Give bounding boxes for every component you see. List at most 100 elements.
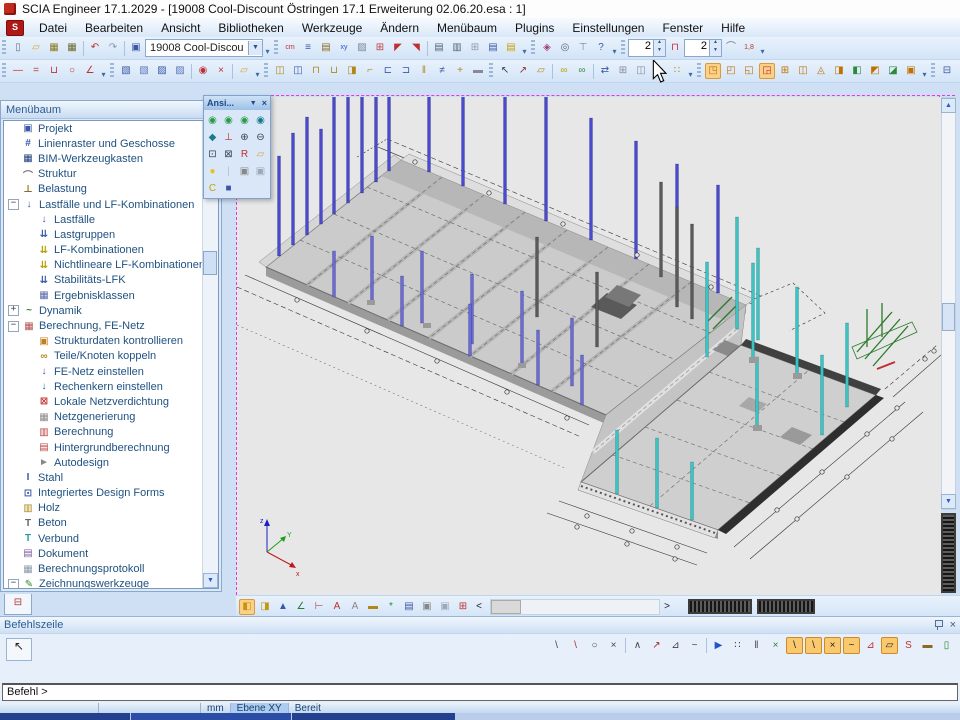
plate-icon[interactable]: ⊔	[326, 63, 342, 79]
snap-line-icon[interactable]: \	[548, 637, 565, 654]
pin-diagram-icon[interactable]: ⊤	[575, 40, 591, 56]
render-wire-icon[interactable]: ◨	[257, 599, 273, 615]
copies-spinner[interactable]: 2▲▼	[628, 39, 666, 57]
show-grid-icon[interactable]: ⊞	[455, 599, 471, 615]
collapse-icon[interactable]: −	[8, 199, 19, 210]
hscroll-thumb[interactable]	[491, 600, 521, 614]
show-weight-icon[interactable]: ▬	[365, 599, 381, 615]
combo-dropdown-icon[interactable]: ▼	[248, 41, 262, 55]
print-icon[interactable]: ▤	[431, 40, 447, 56]
tree-item[interactable]: ↓FE-Netz einstellen	[4, 364, 218, 379]
collapse-icon[interactable]: −	[8, 579, 19, 589]
show-hinges-icon[interactable]: ⊢	[311, 599, 327, 615]
document-blue-icon[interactable]: ▤	[485, 40, 501, 56]
tree-item[interactable]: ▤Hintergrundberechnung	[4, 440, 218, 455]
menu-item-werkzeuge[interactable]: Werkzeuge	[293, 20, 371, 36]
vscroll-up-icon[interactable]: ▲	[941, 98, 956, 113]
menu-item-bearbeiten[interactable]: Bearbeiten	[76, 20, 152, 36]
tree-item[interactable]: ⊥Belastung	[4, 182, 218, 197]
show-labels-icon[interactable]: A	[329, 599, 345, 615]
snap-circle-icon[interactable]: ○	[586, 637, 603, 654]
snap-line-end-icon[interactable]: \	[567, 637, 584, 654]
toolbar-grip[interactable]	[2, 40, 6, 56]
view-toggle-corner2-icon[interactable]: ◰	[723, 63, 739, 79]
flag-right-icon[interactable]: ◥	[408, 40, 424, 56]
tree-item[interactable]: ⇊Stabilitäts-LFK	[4, 273, 218, 288]
toolbar-grip[interactable]	[110, 63, 114, 79]
palette-close-icon[interactable]: ×	[262, 98, 267, 108]
draw-bracket-icon[interactable]: ⊔	[46, 63, 62, 79]
viewport-scroll-right-icon[interactable]: >	[661, 599, 673, 615]
view-toggle-half-icon[interactable]: ◫	[795, 63, 811, 79]
tree-item[interactable]: ▦Berechnungsprotokoll	[4, 561, 218, 576]
tree-scroll-down-icon[interactable]: ▼	[203, 573, 218, 588]
tree-item[interactable]: ▥Berechnung	[4, 425, 218, 440]
menu-tree-header[interactable]: Menübaum	[1, 101, 221, 119]
scia-logo-icon[interactable]: S	[6, 20, 24, 36]
draw-dimension-icon[interactable]: =	[28, 63, 44, 79]
tree-item[interactable]: ▦Ergebnisklassen	[4, 288, 218, 303]
tree-item[interactable]: #Linienraster und Geschosse	[4, 136, 218, 151]
hatch-icon[interactable]: ▱	[533, 63, 549, 79]
open-folder-icon[interactable]: ▱	[236, 63, 252, 79]
tree-item[interactable]: ▤Dokument	[4, 546, 218, 561]
vscroll-down-icon[interactable]: ▼	[941, 494, 956, 509]
tree-item[interactable]: IStahl	[4, 470, 218, 485]
split-window-icon[interactable]: ▣	[128, 40, 144, 56]
draw-circle-icon[interactable]: ○	[64, 63, 80, 79]
spinner-buttons[interactable]: ▲▼	[653, 40, 665, 56]
snap-edge-icon[interactable]: ↗	[648, 637, 665, 654]
coordinates-xyz-icon[interactable]: xy	[336, 40, 352, 56]
status-units[interactable]: mm	[201, 703, 231, 713]
array-icon[interactable]: ∷	[669, 63, 685, 79]
tree-item[interactable]: ⇊Nichtlineare LF-Kombinationen	[4, 258, 218, 273]
pan-strip-1[interactable]	[688, 599, 752, 614]
beam-icon[interactable]: ◫	[272, 63, 288, 79]
paste-special-icon[interactable]: ▨	[172, 63, 188, 79]
status-plane[interactable]: Ebene XY	[231, 703, 289, 713]
snap-midpoint-icon[interactable]: \	[805, 637, 822, 654]
tree-item[interactable]: ↓Rechenkern einstellen	[4, 379, 218, 394]
menu-item-fenster[interactable]: Fenster	[653, 20, 712, 36]
view-toggle-right-icon[interactable]: ◨	[831, 63, 847, 79]
show-hidden-icon[interactable]: ◉	[195, 63, 211, 79]
snap-grid-icon[interactable]: ∷	[729, 637, 746, 654]
column-icon[interactable]: ◫	[290, 63, 306, 79]
scale-icon[interactable]: 1,8	[741, 40, 757, 56]
toolbar-grip[interactable]	[531, 40, 535, 56]
clamp-icon[interactable]: ⊓	[667, 40, 683, 56]
show-supports-icon[interactable]: ▲	[275, 599, 291, 615]
model-data-icon[interactable]: ▤	[401, 599, 417, 615]
render-image-icon[interactable]: ▣	[238, 164, 252, 178]
zoom-window-icon[interactable]: ⊡	[206, 147, 220, 161]
draw-angle-icon[interactable]: ∠	[82, 63, 98, 79]
viewport-scroll-left-icon[interactable]: <	[473, 599, 485, 615]
redo-icon[interactable]: ↷	[105, 40, 121, 56]
snap-arc-center-icon[interactable]: ~	[843, 637, 860, 654]
command-input[interactable]: Befehl >	[2, 683, 958, 701]
tree-item[interactable]: ▣Strukturdaten kontrollieren	[4, 334, 218, 349]
toolbar-overflow-icon[interactable]: ▾	[610, 40, 619, 56]
snap-orthogonal-icon[interactable]: ⊿	[862, 637, 879, 654]
subregion-icon[interactable]: ⊏	[380, 63, 396, 79]
select-icon[interactable]: ↖	[497, 63, 513, 79]
command-panel-header[interactable]: Befehlszeile ×	[0, 617, 960, 634]
bim-base-icon[interactable]: ▤	[318, 40, 334, 56]
snap-vertex-icon[interactable]: ∧	[629, 637, 646, 654]
menu-item-plugins[interactable]: Plugins	[506, 20, 563, 36]
toolbar-overflow-icon[interactable]: ▾	[520, 40, 529, 56]
pan-strip-2[interactable]	[757, 599, 815, 614]
view-toggle-corner3-icon[interactable]: ◱	[741, 63, 757, 79]
view-xz-icon[interactable]: ◉	[222, 113, 236, 127]
selection-mode-button[interactable]: ↖	[6, 638, 32, 661]
zoom-all-icon[interactable]: ⊠	[222, 147, 236, 161]
toolbar-grip[interactable]	[489, 63, 493, 79]
delete-icon[interactable]: ×	[213, 63, 229, 79]
view-toggle-red-icon[interactable]: ◲	[759, 63, 775, 79]
expand-icon[interactable]: +	[8, 305, 19, 316]
tree-item[interactable]: −▦Berechnung, FE-Netz	[4, 318, 218, 333]
paste-format-icon[interactable]: ▨	[354, 40, 370, 56]
show-picture1-icon[interactable]: ▣	[419, 599, 435, 615]
tree-item[interactable]: ⌒Struktur	[4, 167, 218, 182]
toolbar-overflow-icon[interactable]: ▾	[686, 63, 695, 79]
